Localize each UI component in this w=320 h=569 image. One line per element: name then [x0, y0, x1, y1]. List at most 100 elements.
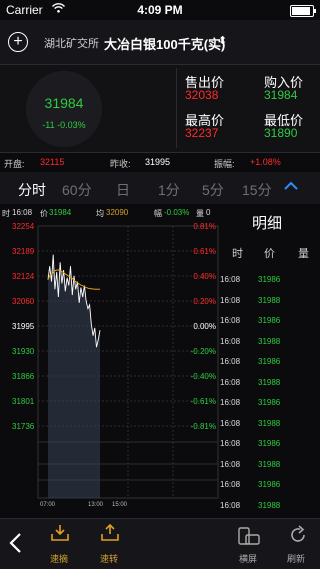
detail-row-price: 31986: [258, 275, 281, 284]
detail-row-price: 31988: [258, 459, 281, 469]
chevron-left-icon[interactable]: [8, 532, 22, 559]
detail-col-volume: 量: [298, 248, 309, 260]
amplitude-value: +1.08%: [250, 157, 281, 167]
detail-row: 16:08 31986: [220, 352, 320, 372]
detail-row-price: 31988: [258, 377, 281, 387]
amplitude-label: 振幅:: [214, 159, 235, 169]
chevron-up-icon[interactable]: [284, 178, 298, 194]
tab-timeshare[interactable]: 分时: [18, 180, 46, 200]
detail-col-price: 价: [264, 248, 275, 260]
pct-tick-label: -0.81%: [191, 422, 216, 431]
tab-5min[interactable]: 5分: [202, 180, 224, 200]
detail-row-price: 31986: [258, 398, 281, 407]
amp-value: -0.03%: [164, 208, 190, 217]
landscape-label: 横屏: [239, 554, 258, 564]
quick-pick-button[interactable]: 速摘: [44, 522, 76, 566]
tab-60min[interactable]: 60分: [62, 180, 92, 200]
quick-transfer-button[interactable]: 速转: [94, 522, 126, 566]
exchange-label: 湖北矿交所: [44, 38, 99, 50]
pct-tick-label: 0.40%: [193, 272, 216, 281]
current-price: 31984: [44, 95, 84, 111]
avg-value: 32090: [106, 208, 129, 217]
detail-row-price: 31988: [258, 500, 281, 510]
detail-row: 16:08 31988: [220, 455, 320, 475]
detail-row: 16:08 31986: [220, 311, 320, 331]
buy-price-value: 31984: [264, 88, 298, 102]
vol-value: 0: [206, 208, 211, 217]
prev-close-label: 昨收:: [110, 159, 131, 169]
rotate-screen-icon: [238, 526, 260, 551]
high-price-value: 32237: [185, 126, 219, 140]
pct-tick-label: 0.81%: [193, 222, 216, 231]
detail-row-time: 16:08: [220, 295, 241, 305]
detail-row-price: 31986: [258, 357, 281, 366]
refresh-button[interactable]: 刷新: [282, 522, 314, 566]
detail-row-time: 16:08: [220, 275, 241, 284]
divider: [176, 68, 177, 148]
status-time: 4:09 PM: [137, 3, 183, 17]
tab-daily[interactable]: 日: [116, 180, 130, 200]
x-tick-label: 13:00: [88, 502, 104, 508]
sell-price-value: 32038: [185, 88, 219, 102]
pct-tick-label: 0.20%: [193, 297, 216, 306]
detail-row: 16:08 31988: [220, 291, 320, 311]
detail-row-time: 16:08: [220, 377, 241, 387]
detail-row: 16:08 31986: [220, 270, 320, 290]
detail-title: 明细: [252, 215, 283, 232]
refresh-label: 刷新: [287, 554, 306, 564]
y-tick-label: 31801: [12, 397, 35, 406]
detail-row: 16:08 31988: [220, 373, 320, 393]
time-value: 16:08: [12, 208, 33, 217]
upload-tray-icon: [100, 523, 120, 547]
add-button[interactable]: +: [8, 32, 28, 52]
detail-row-time: 16:08: [220, 357, 241, 366]
detail-list[interactable]: 16:08 31986 16:08 31988 16:08 31986 16:08 31988…: [220, 270, 320, 516]
price-value: 31984: [49, 208, 72, 217]
detail-row-time: 16:08: [220, 459, 241, 469]
quote-panel: 31984 -11 -0.03% 售出价 32038 购入价 31984 最高价…: [0, 65, 320, 152]
detail-row-time: 16:08: [220, 500, 241, 510]
y-tick-label: 32060: [12, 297, 35, 306]
open-value: 32115: [40, 157, 65, 167]
landscape-button[interactable]: 横屏: [234, 522, 266, 566]
detail-row-price: 31988: [258, 295, 281, 305]
y-tick-label: 31866: [12, 372, 35, 381]
detail-row-price: 31986: [258, 316, 281, 325]
tab-1min[interactable]: 1分: [158, 180, 180, 200]
detail-row-time: 16:08: [220, 336, 241, 346]
tab-15min[interactable]: 15分: [242, 180, 272, 200]
y-tick-label: 31736: [12, 422, 35, 431]
x-tick-label: 07:00: [40, 502, 56, 508]
price-area-fill: [48, 254, 100, 498]
detail-row-time: 16:08: [220, 480, 241, 489]
detail-row-price: 31988: [258, 336, 281, 346]
low-price-value: 31890: [264, 126, 298, 140]
quick-pick-label: 速摘: [50, 554, 69, 564]
quick-transfer-label: 速转: [100, 554, 119, 564]
y-tick-label: 31995: [12, 322, 35, 331]
timeframe-tabs: 分时 60分 日 1分 5分 15分: [0, 172, 320, 204]
detail-row: 16:08 31988: [220, 414, 320, 434]
sort-arrows-icon[interactable]: ⬍: [218, 34, 227, 47]
refresh-icon: [288, 525, 308, 550]
product-title[interactable]: 大冶白银100千克(实): [104, 34, 225, 53]
detail-row: 16:08 31988: [220, 332, 320, 352]
pct-tick-label: -0.40%: [191, 372, 216, 381]
detail-row: 16:08 31986: [220, 434, 320, 454]
detail-row-price: 31986: [258, 480, 281, 489]
detail-row: 16:08 31986: [220, 475, 320, 495]
y-tick-label: 32124: [12, 272, 35, 281]
price-change: -11 -0.03%: [42, 120, 86, 130]
detail-row-time: 16:08: [220, 398, 241, 407]
battery-icon: [290, 5, 316, 17]
y-tick-label: 31930: [12, 347, 35, 356]
header-bar: + 湖北矿交所 大冶白银100千克(实) ⬍: [0, 20, 320, 65]
download-tray-icon: [50, 524, 70, 547]
info-row: 开盘: 32115 昨收: 31995 振幅: +1.08%: [0, 152, 320, 173]
pct-tick-label: -0.20%: [191, 347, 216, 356]
detail-row: 16:08 31988: [220, 496, 320, 516]
intraday-chart[interactable]: 32254 0.81% 32189 0.61% 32124 0.40% 32060 0.20%…: [0, 218, 222, 516]
detail-row-time: 16:08: [220, 316, 241, 325]
status-bar: Carrier 4:09 PM: [0, 0, 320, 20]
detail-col-time: 时: [232, 248, 243, 260]
